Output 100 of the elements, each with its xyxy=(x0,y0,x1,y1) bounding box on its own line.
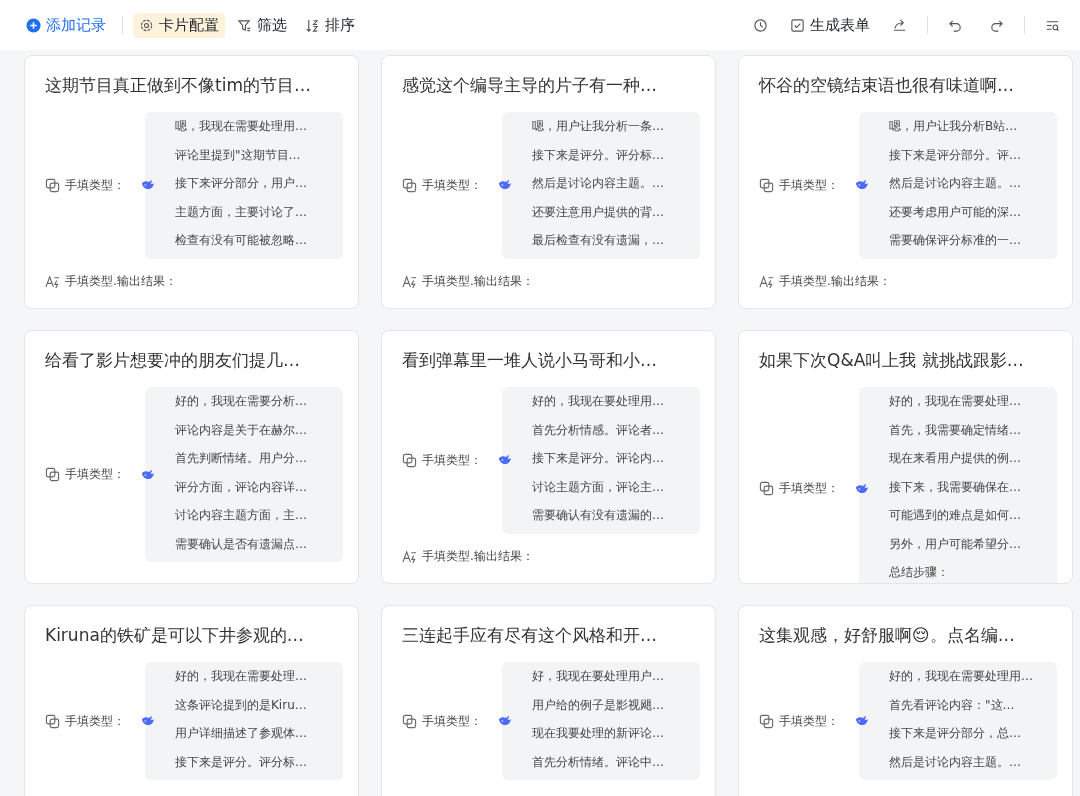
copy-icon xyxy=(45,467,60,482)
record-card[interactable]: 三连起手应有尽有这个风格和开… 手填类型： 好，我现在要处理用户… 用户给的例子是影视飓… 现在我要处理的新评论… 首先分析情绪。评论中… xyxy=(381,605,716,796)
record-card[interactable]: 感觉这个编导主导的片子有一种… 手填类型： 嗯，用户让我分析一条… 接下来是评分。评分标… 然后是讨论内容主题。… 还要注意用户提供的背… 最后检查有没有遗漏，… 手填类型.输出结果： xyxy=(381,55,716,309)
copy-icon xyxy=(402,452,417,468)
record-card[interactable]: 如果下次Q&A叫上我 就挑战跟影… 手填类型： 好的，我现在需要处理… 首先，我需要确定情绪… 现在来看用户提供的例… 接下来，我需要确保在… 可能遇到的难点是如何… 另外，用户可能希望分… 总结步骤： xyxy=(738,330,1073,584)
field-label: 手填类型： xyxy=(422,451,482,469)
reasoning-line: 嗯，用户让我分析B站… xyxy=(889,118,1019,135)
reasoning-line: 总结步骤： xyxy=(889,564,950,581)
output-label: 手填类型.输出结果： xyxy=(422,547,534,565)
reasoning-line: 接下来是评分。评分标… xyxy=(532,146,665,164)
whale-icon xyxy=(855,714,869,728)
copy-icon xyxy=(45,177,60,193)
card-title: 三连起手应有尽有这个风格和开… xyxy=(402,624,658,647)
reasoning-line: 评分方面，评论内容详… xyxy=(175,478,308,496)
reasoning-line: 首先分析情绪。评论中… xyxy=(532,753,665,771)
copy-icon xyxy=(45,713,60,729)
ai-text-icon xyxy=(759,273,774,289)
reasoning-line: 接下来是评分。评论内… xyxy=(532,450,665,467)
card-title: 怀谷的空镜结束语也很有味道啊… xyxy=(759,74,1015,97)
record-card[interactable]: 看到弹幕里一堆人说小马哥和小… 手填类型： 好的，我现在要处理用… 首先分析情感。评论者… 接下来是评分。评论内… 讨论主题方面，评论主… 需要确认有没有遗漏的… 手填类型.输出结果： xyxy=(381,330,716,584)
history-icon[interactable] xyxy=(753,17,768,33)
card-title: 感觉这个编导主导的片子有一种… xyxy=(402,74,658,97)
reasoning-line: 好，我现在要处理用户… xyxy=(532,668,665,685)
reasoning-line: 首先看评论内容："这… xyxy=(889,696,1016,714)
add-record-button[interactable]: 添加记录 xyxy=(26,12,112,38)
filter-icon xyxy=(237,17,252,33)
filter-button[interactable]: 筛选 xyxy=(231,12,293,38)
field-label: 手填类型： xyxy=(65,176,125,194)
record-card[interactable]: 给看了影片想要冲的朋友们提几… 手填类型： 好的，我现在需要分析… 评论内容是关于在赫尔… 首先判断情绪。用户分… 评分方面，评论内容详… 讨论内容主题方面，主… 需要确认是否有遗漏点… xyxy=(24,330,359,584)
reasoning-line: 还要注意用户提供的背… xyxy=(532,203,665,221)
sort-button[interactable]: 排序 xyxy=(299,12,361,38)
reasoning-line: 用户给的例子是影视飓… xyxy=(532,696,665,714)
generate-form-button[interactable]: 生成表单 xyxy=(784,12,876,38)
share-icon[interactable] xyxy=(892,17,907,33)
ai-text-icon xyxy=(402,548,417,564)
field-label: 手填类型： xyxy=(422,176,482,194)
reasoning-line: 主题方面，主要讨论了… xyxy=(175,203,308,221)
whale-icon xyxy=(855,481,869,496)
copy-icon xyxy=(402,713,417,729)
reasoning-line: 需要确认是否有遗漏点… xyxy=(175,535,308,553)
reasoning-line: 用户详细描述了参观体… xyxy=(175,725,308,742)
card-title: 看到弹幕里一堆人说小马哥和小… xyxy=(402,349,658,372)
ai-text-icon xyxy=(402,273,417,289)
copy-icon xyxy=(759,713,774,729)
whale-icon xyxy=(141,467,155,482)
reasoning-line: 好的，我现在要处理用… xyxy=(532,393,665,410)
reasoning-line: 首先，我需要确定情绪… xyxy=(889,421,1022,439)
card-title: 这期节目真正做到不像tim的节目… xyxy=(45,74,312,97)
card-title: 这集观感，好舒服啊😌。点名编… xyxy=(759,624,1016,647)
reasoning-line: 好的，我现在需要处理… xyxy=(175,668,308,685)
reasoning-line: 首先判断情绪。用户分… xyxy=(175,450,308,467)
reasoning-line: 接下来评分部分，用户… xyxy=(175,175,308,192)
copy-icon xyxy=(402,177,417,193)
output-label: 手填类型.输出结果： xyxy=(779,272,891,290)
reasoning-line: 需要确保评分标准的一… xyxy=(889,232,1022,249)
field-label: 手填类型： xyxy=(779,480,839,498)
field-label: 手填类型： xyxy=(779,176,839,194)
record-card[interactable]: 这集观感，好舒服啊😌。点名编… 手填类型： 好的，我现在需要处理用… 首先看评论内容："这… 接下来是评分部分，总… 然后是讨论内容主题。… xyxy=(738,605,1073,796)
reasoning-line: 需要确认有没有遗漏的… xyxy=(532,507,665,524)
reasoning-line: 接下来是评分部分，总… xyxy=(889,725,1022,742)
record-card[interactable]: 怀谷的空镜结束语也很有味道啊… 手填类型： 嗯，用户让我分析B站… 接下来是评分部分。评… 然后是讨论内容主题。… 还要考虑用户可能的深… 需要确保评分标准的一… 手填类型.输出结果： xyxy=(738,55,1073,309)
reasoning-line: 讨论内容主题方面，主… xyxy=(175,507,308,524)
reasoning-line: 好的，我现在需要分析… xyxy=(175,393,308,410)
reasoning-line: 然后是讨论内容主题。… xyxy=(532,175,665,192)
reasoning-line: 现在来看用户提供的例… xyxy=(889,450,1022,467)
field-label: 手填类型： xyxy=(422,712,482,730)
field-label: 手填类型： xyxy=(65,466,125,483)
settings-button[interactable]: 卡片配置 xyxy=(133,12,225,38)
card-title: Kiruna的铁矿是可以下井参观的… xyxy=(45,624,305,647)
output-label: 手填类型.输出结果： xyxy=(65,272,177,290)
reasoning-line: 好的，我现在需要处理… xyxy=(889,393,1022,410)
reasoning-line: 嗯，用户让我分析一条… xyxy=(532,118,665,135)
reasoning-line: 现在我要处理的新评论… xyxy=(532,725,665,742)
form-icon xyxy=(790,17,805,33)
reasoning-line: 讨论主题方面，评论主… xyxy=(532,478,665,496)
output-label: 手填类型.输出结果： xyxy=(422,272,534,290)
reasoning-line: 接下来，我需要确保在… xyxy=(889,478,1022,496)
record-card[interactable]: Kiruna的铁矿是可以下井参观的… 手填类型： 好的，我现在需要处理… 这条评论提到的是Kiru… 用户详细描述了参观体… 接下来是评分。评分标… xyxy=(24,605,359,796)
reasoning-line: 首先分析情感。评论者… xyxy=(532,421,665,439)
reasoning-line: 接下来是评分。评分标… xyxy=(175,753,308,771)
reasoning-line: 评论里提到"这期节目… xyxy=(175,146,302,164)
reasoning-line: 另外，用户可能希望分… xyxy=(889,535,1022,553)
ai-text-icon xyxy=(45,273,60,289)
whale-icon xyxy=(498,714,512,728)
reasoning-line: 嗯，我现在需要处理用… xyxy=(175,118,308,135)
reasoning-line: 然后是讨论内容主题。… xyxy=(889,175,1022,192)
field-label: 手填类型： xyxy=(779,712,839,730)
field-label: 手填类型： xyxy=(65,712,125,730)
reasoning-line: 然后是讨论内容主题。… xyxy=(889,753,1022,771)
plus-icon xyxy=(26,17,41,33)
reasoning-line: 最后检查有没有遗漏，… xyxy=(532,232,665,249)
copy-icon xyxy=(759,481,774,497)
sort-icon xyxy=(305,17,320,33)
card-title: 给看了影片想要冲的朋友们提几… xyxy=(45,349,301,372)
reasoning-line: 这条评论提到的是Kiru… xyxy=(175,696,308,714)
reasoning-line: 还要考虑用户可能的深… xyxy=(889,203,1022,221)
whale-icon xyxy=(141,714,155,728)
reasoning-line: 接下来是评分部分。评… xyxy=(889,146,1022,164)
record-card[interactable]: 这期节目真正做到不像tim的节目… 手填类型： 嗯，我现在需要处理用… 评论里提到"这期节目… 接下来评分部分，用户… 主题方面，主要讨论了… 检查有没有可能被忽略… 手填类型.输出结果： xyxy=(24,55,359,309)
card-title: 如果下次Q&A叫上我 就挑战跟影… xyxy=(759,349,1025,372)
